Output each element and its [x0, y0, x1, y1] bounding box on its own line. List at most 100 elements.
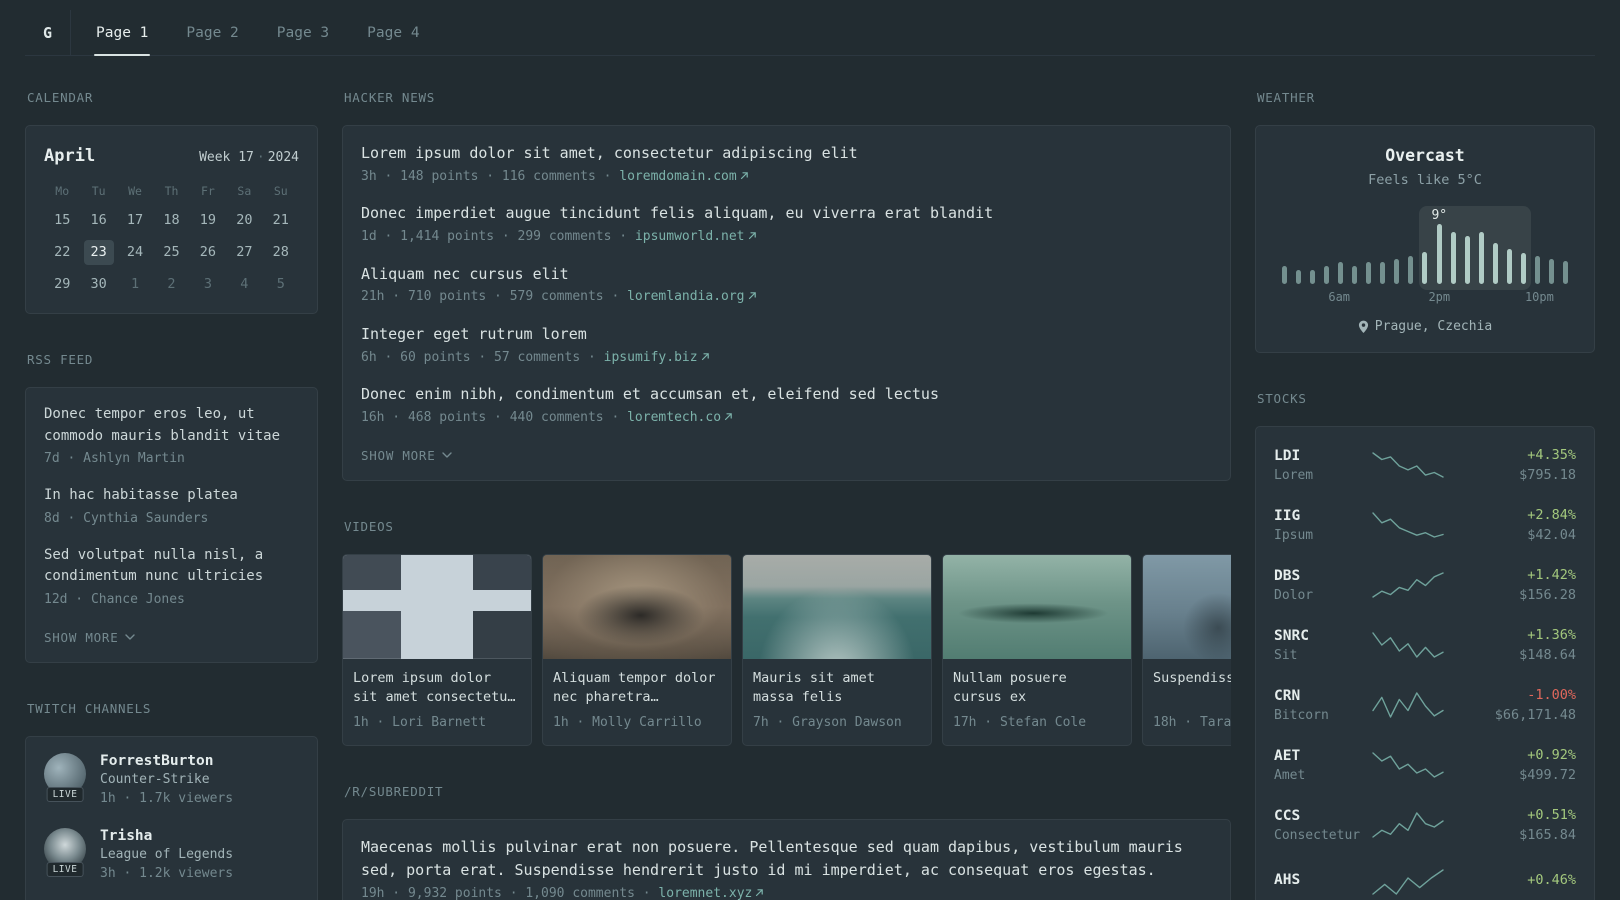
hackernews-item-title[interactable]: Lorem ipsum dolor sit amet, consectetur …	[361, 142, 1212, 165]
tab-page-2[interactable]: Page 2	[174, 10, 250, 55]
stock-row[interactable]: SNRC Sit +1.36% $148.64	[1274, 615, 1576, 675]
calendar-day[interactable]: 29	[47, 272, 77, 297]
rss-item-title[interactable]: In hac habitasse platea	[44, 485, 299, 507]
tab-page-4[interactable]: Page 4	[355, 10, 431, 55]
calendar-weekday-label: Tu	[91, 184, 106, 198]
external-link-icon	[748, 232, 756, 239]
twitch-section-title: TWITCH CHANNELS	[27, 700, 152, 716]
hackernews-item-meta: 21h · 710 points · 579 comments · loreml…	[361, 288, 1212, 307]
video-card-body: Nullam posuere cursus ex 17h · Stefan Co…	[943, 659, 1131, 745]
calendar-month: April	[44, 146, 96, 166]
hackernews-item-title[interactable]: Integer eget rutrum lorem	[361, 323, 1212, 346]
calendar-day[interactable]: 23	[83, 240, 114, 265]
video-thumbnail[interactable]	[743, 554, 931, 659]
calendar-day[interactable]: 2	[156, 272, 186, 297]
twitch-channel-info: ForrestBurton Counter-Strike 1h · 1.7k v…	[100, 753, 233, 809]
video-card[interactable]: Nullam posuere cursus ex 17h · Stefan Co…	[942, 553, 1132, 746]
app-logo[interactable]: G	[25, 10, 71, 55]
rss-item-title[interactable]: Sed volutpat nulla nisl, a condimentum n…	[44, 545, 299, 588]
hackernews-source-link[interactable]: ipsumify.biz	[604, 350, 710, 365]
weather-bar	[1422, 252, 1428, 284]
hackernews-item-title[interactable]: Donec enim nibh, condimentum et accumsan…	[361, 383, 1212, 406]
calendar-day[interactable]: 27	[229, 240, 259, 265]
weather-bar	[1520, 252, 1526, 284]
hackernews-item-stats: 1d · 1,414 points · 299 comments ·	[361, 228, 628, 244]
calendar-day[interactable]: 3	[193, 272, 223, 297]
video-title[interactable]: Lorem ipsum dolor sit amet consectetu…	[353, 669, 521, 707]
calendar-day[interactable]: 26	[193, 240, 223, 265]
external-link-icon	[756, 889, 764, 897]
video-title[interactable]: Nullam posuere cursus ex	[953, 669, 1121, 707]
rss-show-more-button[interactable]: SHOW MORE	[44, 629, 136, 645]
hackernews-source-link[interactable]: loremdomain.com	[619, 169, 748, 184]
stock-row[interactable]: CCS Consectetur +0.51% $165.84	[1274, 795, 1576, 855]
video-title[interactable]: Suspendisse diam	[1153, 669, 1231, 707]
subreddit-post-meta: 19h · 9,932 points · 1,090 comments · lo…	[361, 885, 1212, 900]
tab-page-1[interactable]: Page 1	[84, 10, 160, 56]
rss-item-title[interactable]: Donec tempor eros leo, ut commodo mauris…	[44, 404, 299, 447]
video-card[interactable]: Aliquam tempor dolor nec pharetra… 1h · …	[542, 553, 732, 746]
calendar-day[interactable]: 17	[120, 208, 150, 233]
show-more-label: SHOW MORE	[44, 629, 119, 645]
calendar-day[interactable]: 22	[47, 240, 77, 265]
subreddit-source-link[interactable]: loremnet.xyz	[658, 886, 764, 900]
calendar-day[interactable]: 16	[84, 208, 114, 233]
stock-name: Sit	[1274, 647, 1298, 663]
stock-row[interactable]: IIG Ipsum +2.84% $42.04	[1274, 495, 1576, 555]
calendar-day[interactable]: 4	[229, 272, 259, 297]
hackernews-item-title[interactable]: Aliquam nec cursus elit	[361, 263, 1212, 286]
video-thumbnail[interactable]	[543, 554, 731, 659]
right-column: WEATHER Overcast Feels like 5°C 9° 6am 2p…	[1255, 72, 1595, 900]
calendar-day[interactable]: 20	[229, 208, 259, 233]
rss-item-meta: 7d · Ashlyn Martin	[44, 451, 185, 467]
video-thumbnail[interactable]	[943, 554, 1131, 659]
video-title[interactable]: Mauris sit amet massa felis	[753, 669, 921, 707]
tab-page-3[interactable]: Page 3	[265, 10, 341, 55]
calendar-day[interactable]: 28	[266, 240, 296, 265]
video-thumbnail[interactable]	[1143, 554, 1231, 659]
video-card[interactable]: Mauris sit amet massa felis 7h · Grayson…	[742, 553, 932, 746]
stock-row[interactable]: LDI Lorem +4.35% $795.18	[1274, 435, 1576, 495]
chevron-down-icon	[442, 452, 453, 458]
stock-row[interactable]: AET Amet +0.92% $499.72	[1274, 735, 1576, 795]
calendar-day[interactable]: 15	[47, 208, 77, 233]
video-thumbnail[interactable]	[343, 554, 531, 659]
stock-identity: AET Amet	[1274, 748, 1370, 783]
hackernews-show-more-button[interactable]: SHOW MORE	[361, 448, 453, 463]
subreddit-post-title[interactable]: Maecenas mollis pulvinar erat non posuer…	[361, 836, 1212, 883]
hackernews-item-stats: 3h · 148 points · 116 comments ·	[361, 168, 612, 184]
twitch-game[interactable]: Counter-Strike	[100, 772, 233, 787]
hackernews-item-stats: 21h · 710 points · 579 comments ·	[361, 289, 620, 305]
twitch-channel-item[interactable]: LIVE ForrestBurton Counter-Strike 1h · 1…	[44, 752, 299, 809]
video-card[interactable]: Suspendisse diam 18h · Tara	[1142, 553, 1231, 746]
calendar-day[interactable]: 21	[266, 208, 296, 233]
stock-row[interactable]: AHS +0.46%	[1274, 855, 1576, 900]
calendar-day[interactable]: 24	[120, 240, 150, 265]
stock-row[interactable]: DBS Dolor +1.42% $156.28	[1274, 555, 1576, 615]
hackernews-item-title[interactable]: Donec imperdiet augue tincidunt felis al…	[361, 202, 1212, 225]
calendar-day[interactable]: 25	[156, 240, 186, 265]
stock-sparkline	[1372, 512, 1444, 538]
calendar-day[interactable]: 30	[84, 272, 114, 297]
twitch-channel-name[interactable]: ForrestBurton	[100, 753, 233, 769]
calendar-day[interactable]: 5	[266, 272, 296, 297]
video-card[interactable]: Lorem ipsum dolor sit amet consectetu… 1…	[342, 553, 532, 746]
twitch-game[interactable]: League of Legends	[100, 847, 233, 862]
twitch-channel-item[interactable]: LIVE Trisha League of Legends 3h · 1.2k …	[44, 827, 299, 884]
stock-change: +4.35%	[1527, 447, 1576, 463]
stock-row[interactable]: CRN Bitcorn -1.00% $66,171.48	[1274, 675, 1576, 735]
calendar-day[interactable]: 19	[193, 208, 223, 233]
video-card-body: Suspendisse diam 18h · Tara	[1143, 659, 1231, 745]
hackernews-source-link[interactable]: loremtech.co	[627, 410, 733, 425]
weather-bar	[1310, 269, 1316, 284]
twitch-channel-name[interactable]: Trisha	[100, 828, 233, 844]
hackernews-source-link[interactable]: ipsumworld.net	[635, 229, 757, 244]
calendar-day[interactable]: 18	[156, 208, 186, 233]
calendar-day[interactable]: 1	[120, 272, 150, 297]
stock-price: $42.04	[1527, 527, 1576, 543]
video-title[interactable]: Aliquam tempor dolor nec pharetra…	[553, 669, 721, 707]
weather-feels-like: Feels like 5°C	[1368, 172, 1482, 188]
hackernews-source-link[interactable]: loremlandia.org	[627, 289, 756, 304]
hackernews-item-meta: 16h · 468 points · 440 comments · loremt…	[361, 409, 1212, 428]
dashboard-columns: CALENDAR April Week 17 · 2024 Mo Tu We T…	[25, 72, 1595, 900]
